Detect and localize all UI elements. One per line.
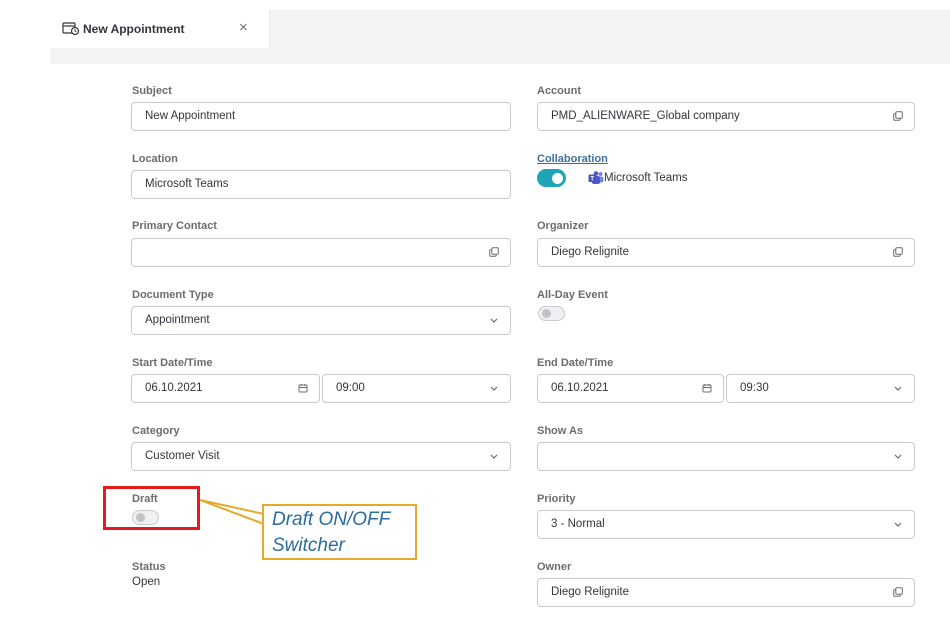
collaboration-toggle[interactable] <box>537 169 566 187</box>
calendar-icon[interactable] <box>702 383 712 393</box>
document-type-label: Document Type <box>132 289 214 301</box>
document-type-value: Appointment <box>145 314 210 326</box>
category-value: Customer Visit <box>145 450 220 462</box>
collaboration-app-name: Microsoft Teams <box>604 172 688 184</box>
chevron-down-icon <box>490 454 498 459</box>
show-as-label: Show As <box>537 425 584 437</box>
toggle-knob <box>552 173 563 184</box>
chevron-down-icon <box>894 454 902 459</box>
location-input[interactable]: Microsoft Teams <box>131 170 511 199</box>
account-value: PMD_ALIENWARE_Global company <box>551 110 740 122</box>
value-help-icon[interactable] <box>893 247 903 257</box>
start-time-select[interactable]: 09:00 <box>322 374 511 403</box>
end-datetime-label: End Date/Time <box>537 357 614 369</box>
subject-value: New Appointment <box>145 110 236 122</box>
tab-new-appointment[interactable]: New Appointment × <box>50 10 270 48</box>
document-type-select[interactable]: Appointment <box>131 306 511 335</box>
priority-select[interactable]: 3 - Normal <box>537 510 915 539</box>
callout-line-1: Draft ON/OFF <box>272 509 391 530</box>
chevron-down-icon <box>490 386 498 391</box>
end-date-input[interactable]: 06.10.2021 <box>537 374 724 403</box>
end-time-value: 09:30 <box>740 382 769 394</box>
location-value: Microsoft Teams <box>145 178 229 190</box>
chevron-down-icon <box>894 522 902 527</box>
value-help-icon[interactable] <box>893 587 903 597</box>
organizer-input[interactable]: Diego Relignite <box>537 238 915 267</box>
start-date-value: 06.10.2021 <box>145 382 203 394</box>
account-label: Account <box>537 85 581 97</box>
chevron-down-icon <box>490 318 498 323</box>
status-label: Status <box>132 561 166 573</box>
toggle-knob <box>542 309 551 318</box>
owner-label: Owner <box>537 561 572 573</box>
subject-label: Subject <box>132 85 172 97</box>
chevron-down-icon <box>894 386 902 391</box>
callout-line-2: Switcher <box>272 535 345 556</box>
collaboration-label[interactable]: Collaboration <box>537 153 608 165</box>
tab-title: New Appointment <box>83 22 185 36</box>
category-select[interactable]: Customer Visit <box>131 442 511 471</box>
close-icon[interactable]: × <box>239 20 248 36</box>
show-as-select[interactable] <box>537 442 915 471</box>
draft-highlight-box <box>103 486 200 530</box>
status-value: Open <box>132 576 161 588</box>
all-day-event-toggle[interactable] <box>538 306 565 321</box>
subject-input[interactable]: New Appointment <box>131 102 511 131</box>
calendar-icon[interactable] <box>298 383 308 393</box>
account-input[interactable]: PMD_ALIENWARE_Global company <box>537 102 915 131</box>
value-help-icon[interactable] <box>893 111 903 121</box>
start-datetime-label: Start Date/Time <box>132 357 213 369</box>
organizer-value: Diego Relignite <box>551 246 629 258</box>
primary-contact-input[interactable] <box>131 238 511 267</box>
location-label: Location <box>132 153 178 165</box>
priority-label: Priority <box>537 493 576 505</box>
svg-text:T: T <box>590 177 594 183</box>
priority-value: 3 - Normal <box>551 518 605 530</box>
end-date-value: 06.10.2021 <box>551 382 609 394</box>
organizer-label: Organizer <box>537 220 589 232</box>
value-help-icon[interactable] <box>489 247 499 257</box>
owner-input[interactable]: Diego Relignite <box>537 578 915 607</box>
start-time-value: 09:00 <box>336 382 365 394</box>
appointment-icon <box>62 22 80 36</box>
microsoft-teams-icon: T <box>588 171 604 184</box>
start-date-input[interactable]: 06.10.2021 <box>131 374 320 403</box>
owner-value: Diego Relignite <box>551 586 629 598</box>
end-time-select[interactable]: 09:30 <box>726 374 915 403</box>
primary-contact-label: Primary Contact <box>132 220 217 232</box>
annotation-callout: Draft ON/OFF Switcher <box>262 504 417 560</box>
all-day-event-label: All-Day Event <box>537 289 608 301</box>
category-label: Category <box>132 425 180 437</box>
